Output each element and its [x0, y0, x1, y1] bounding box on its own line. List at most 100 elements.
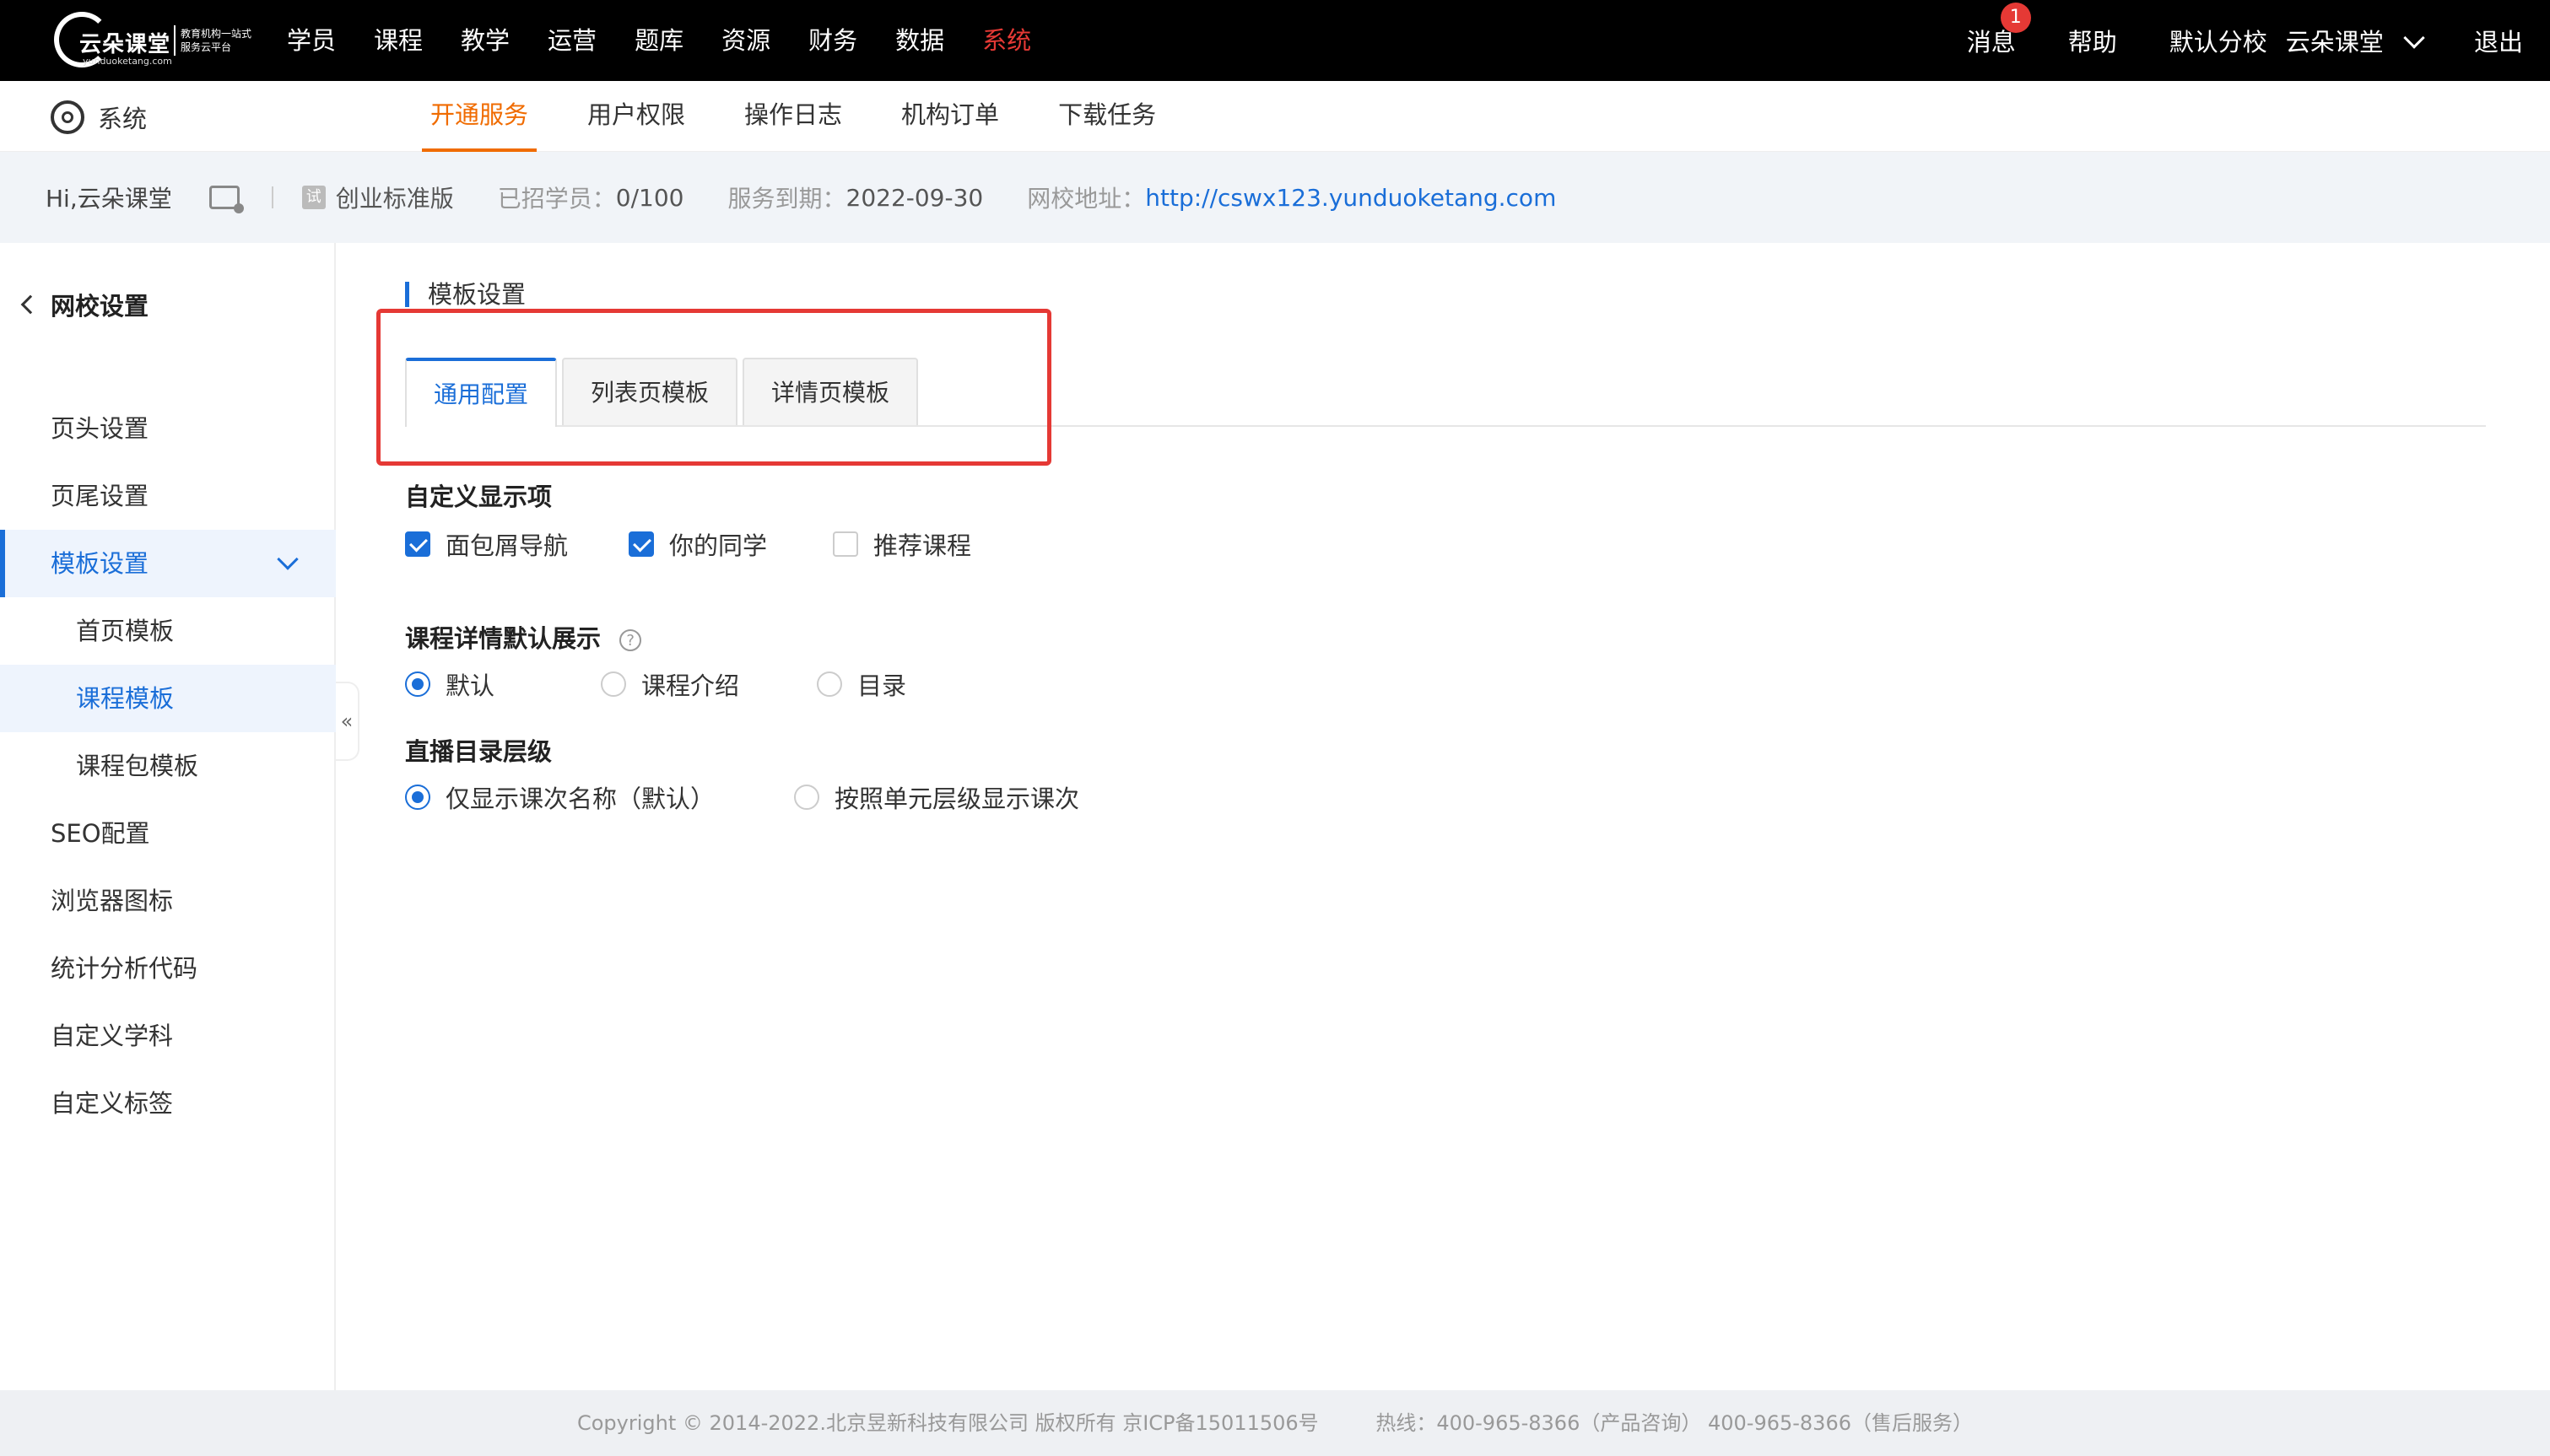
sidebar-item-custom-tags[interactable]: 自定义标签 [0, 1070, 336, 1137]
tab-operation-log[interactable]: 操作日志 [736, 81, 851, 152]
nav-item-teaching[interactable]: 教学 [461, 0, 510, 81]
radio-unselected-icon [794, 785, 820, 810]
tab-user-permissions[interactable]: 用户权限 [579, 81, 694, 152]
tab-download-tasks[interactable]: 下载任务 [1050, 81, 1164, 152]
nav-item-finance[interactable]: 财务 [808, 0, 857, 81]
sidebar-item-home-template[interactable]: 首页模板 [0, 597, 336, 665]
site-url-link[interactable]: http://cswx123.yunduoketang.com [1145, 184, 1556, 212]
logo-brand: 云朵课堂 [79, 32, 171, 57]
trial-icon: 试 [301, 186, 326, 209]
tab-open-service[interactable]: 开通服务 [422, 81, 538, 152]
radio-label: 仅显示课次名称（默认） [446, 785, 716, 813]
sidebar-item-course-template[interactable]: 课程模板 [0, 665, 336, 732]
radio-label: 默认 [446, 671, 495, 700]
school-dropdown[interactable]: 云朵课堂 [2286, 23, 2425, 58]
page-footer: Copyright © 2014-2022.北京昱新科技有限公司 版权所有 京I… [0, 1390, 2550, 1456]
expire-value: 2022-09-30 [845, 183, 984, 212]
checkbox-label: 面包屑导航 [446, 531, 569, 560]
checkbox-unchecked-icon [833, 531, 859, 557]
messages-link[interactable]: 消息 1 [1966, 3, 2031, 58]
edition-label: 创业标准版 [335, 185, 454, 213]
radio-unselected-icon [601, 671, 627, 697]
settings-sidebar: 网校设置 页头设置 页尾设置 模板设置 首页模板 课程模板 课程包模板 SEO配… [0, 243, 336, 1390]
nav-item-system[interactable]: 系统 [982, 0, 1031, 81]
messages-label: 消息 [1966, 28, 2016, 57]
radio-course-intro[interactable]: 课程介绍 [601, 666, 739, 702]
top-navbar: 云朵课堂 yunduoketang.com 教育机构一站式服务云平台 学员 课程… [0, 0, 2550, 81]
system-tabs: 开通服务 用户权限 操作日志 机构订单 下载任务 [422, 81, 1207, 152]
branch-selector[interactable]: 默认分校 [2169, 23, 2267, 58]
checkbox-classmates[interactable]: 你的同学 [629, 526, 767, 562]
id-card-icon[interactable] [208, 186, 244, 213]
sidebar-item-favicon[interactable]: 浏览器图标 [0, 867, 336, 935]
sidebar-item-seo[interactable]: SEO配置 [0, 800, 336, 867]
top-right-menu: 消息 1 帮助 默认分校 云朵课堂 退出 [1967, 0, 2523, 81]
radio-by-unit-level[interactable]: 按照单元层级显示课次 [794, 779, 1079, 815]
checkbox-breadcrumb[interactable]: 面包屑导航 [405, 526, 568, 562]
radio-label: 目录 [857, 671, 907, 700]
sidebar-item-header-settings[interactable]: 页头设置 [0, 395, 336, 462]
expire-label: 服务到期： [727, 185, 846, 213]
nav-item-resources[interactable]: 资源 [721, 0, 770, 81]
radio-default[interactable]: 默认 [405, 666, 494, 702]
nav-item-question-bank[interactable]: 题库 [635, 0, 683, 81]
help-link[interactable]: 帮助 [2068, 23, 2117, 58]
copyright-text: Copyright © 2014-2022.北京昱新科技有限公司 版权所有 京I… [576, 1411, 1319, 1435]
sidebar-item-template-settings[interactable]: 模板设置 [0, 530, 336, 597]
sidebar-item-custom-subjects[interactable]: 自定义学科 [0, 1002, 336, 1070]
page-title: 模板设置 [405, 282, 526, 307]
tab-org-orders[interactable]: 机构订单 [893, 81, 1008, 152]
nav-item-students[interactable]: 学员 [287, 0, 336, 81]
chevron-down-icon [277, 548, 299, 570]
radio-label: 课程介绍 [641, 671, 740, 700]
system-subnav: 系统 开通服务 用户权限 操作日志 机构订单 下载任务 [0, 81, 2550, 152]
site-label: 网校地址： [1027, 185, 1146, 213]
display-items-options: 面包屑导航 你的同学 推荐课程 [405, 526, 971, 562]
checkbox-label: 推荐课程 [873, 531, 972, 560]
checkbox-recommended-courses[interactable]: 推荐课程 [833, 526, 971, 562]
help-icon[interactable]: ? [619, 629, 642, 651]
sidebar-item-footer-settings[interactable]: 页尾设置 [0, 462, 336, 530]
detail-default-title: 课程详情默认展示 ? [405, 619, 642, 655]
sidebar-item-label: 模板设置 [51, 549, 149, 578]
chevron-down-icon [2403, 27, 2425, 49]
system-label: 系统 [98, 105, 148, 133]
sidebar-item-package-template[interactable]: 课程包模板 [0, 732, 336, 800]
message-count-badge: 1 [2000, 3, 2031, 33]
chevron-left-icon [20, 294, 41, 315]
checkbox-checked-icon [405, 531, 430, 557]
gear-icon [51, 100, 84, 134]
detail-default-options: 默认 课程介绍 目录 [405, 666, 906, 702]
account-info-bar: Hi,云朵课堂 试 创业标准版 已招学员： 0/100 服务到期： 2022-0… [0, 152, 2550, 243]
live-catalog-title: 直播目录层级 [405, 737, 553, 766]
system-section-title: 系统 [51, 100, 147, 135]
logo-url: yunduoketang.com [83, 56, 172, 67]
divider [271, 186, 273, 208]
logo-slogan: 教育机构一站式服务云平台 [181, 28, 252, 53]
students-label: 已招学员： [497, 185, 616, 213]
logo[interactable]: 云朵课堂 yunduoketang.com 教育机构一站式服务云平台 [54, 12, 251, 67]
sidebar-menu: 页头设置 页尾设置 模板设置 首页模板 课程模板 课程包模板 SEO配置 浏览器… [0, 395, 336, 1137]
main-content: 模板设置 通用配置 列表页模板 详情页模板 自定义显示项 面包屑导航 你的同学 … [338, 243, 2550, 1390]
radio-session-names-only[interactable]: 仅显示课次名称（默认） [405, 779, 715, 815]
radio-unselected-icon [817, 671, 843, 697]
nav-item-data[interactable]: 数据 [895, 0, 944, 81]
checkbox-checked-icon [629, 531, 655, 557]
logo-divider [174, 25, 176, 56]
annotation-highlight-box [376, 309, 1051, 466]
radio-selected-icon [405, 671, 430, 697]
hotline-text: 热线：400-965-8366（产品咨询） 400-965-8366（售后服务） [1375, 1411, 1973, 1435]
main-nav: 学员 课程 教学 运营 题库 资源 财务 数据 系统 [287, 0, 1069, 81]
nav-item-courses[interactable]: 课程 [374, 0, 423, 81]
logout-link[interactable]: 退出 [2474, 23, 2523, 58]
students-value: 0/100 [615, 183, 684, 212]
nav-item-operations[interactable]: 运营 [548, 0, 597, 81]
detail-default-title-text: 课程详情默认展示 [405, 624, 602, 653]
radio-catalog[interactable]: 目录 [817, 666, 906, 702]
radio-label: 按照单元层级显示课次 [835, 785, 1080, 813]
sidebar-item-analytics[interactable]: 统计分析代码 [0, 935, 336, 1002]
radio-selected-icon [405, 785, 430, 810]
back-to-school-settings[interactable]: 网校设置 [19, 287, 149, 322]
checkbox-label: 你的同学 [669, 531, 768, 560]
live-catalog-options: 仅显示课次名称（默认） 按照单元层级显示课次 [405, 779, 1079, 815]
